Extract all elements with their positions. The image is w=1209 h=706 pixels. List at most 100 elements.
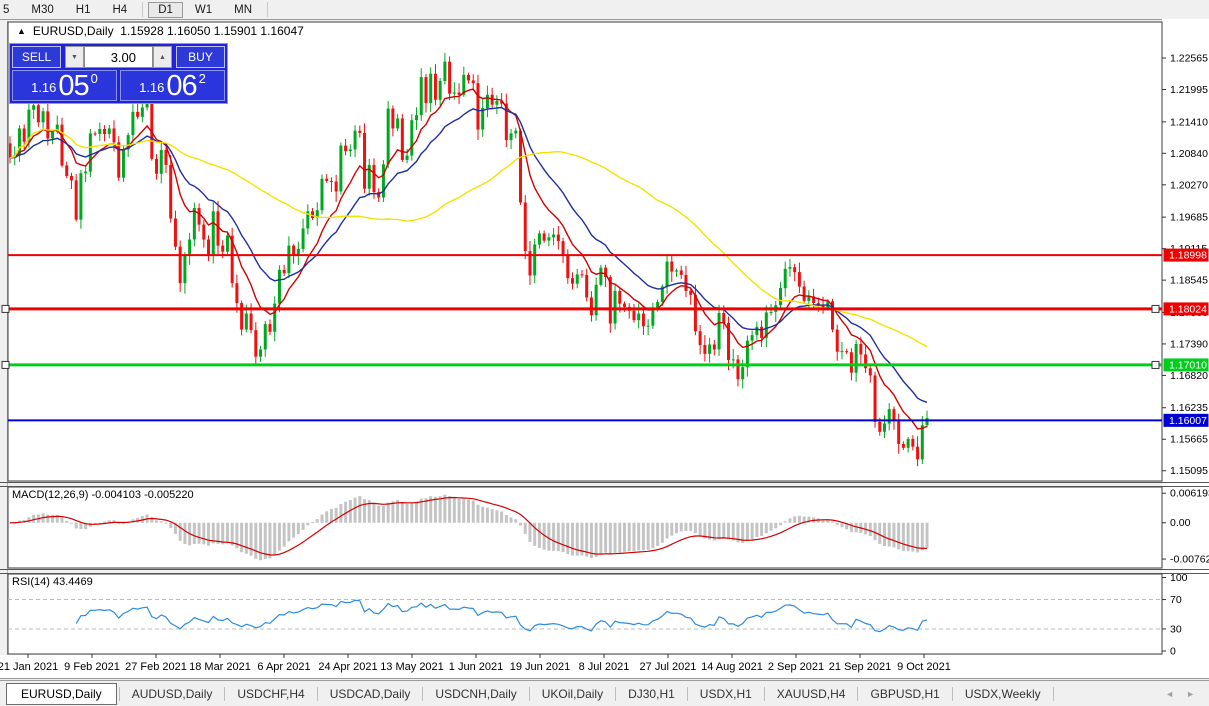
rsi-name: RSI(14)	[12, 576, 50, 588]
tab-scroll-left-button[interactable]: ◄	[1159, 689, 1180, 699]
buy-price-base: 1.16	[139, 80, 164, 95]
sell-price-sup: 0	[91, 71, 98, 86]
symbol-tab-ukoil[interactable]: UKOil,Daily	[532, 684, 613, 704]
symbol-tab-xauusd[interactable]: XAUUSD,H4	[767, 684, 856, 704]
rsi-axis-label: 70	[1170, 594, 1182, 606]
symbol-tab-usdcnh[interactable]: USDCNH,Daily	[425, 684, 526, 704]
symbol-tab-gbpusd[interactable]: GBPUSD,H1	[860, 684, 949, 704]
price-axis-label: 1.21410	[1170, 116, 1208, 128]
date-axis-label: 8 Jul 2021	[579, 661, 630, 673]
price-axis-label: 1.16820	[1170, 370, 1208, 382]
date-axis-label: 21 Jan 2021	[0, 661, 58, 673]
macd-name: MACD(12,26,9)	[12, 489, 88, 501]
buy-price-sup: 2	[199, 71, 206, 86]
price-axis-label: 1.19685	[1170, 212, 1208, 224]
timeframe-button-mn[interactable]: MN	[224, 2, 262, 18]
volume-down-button[interactable]: ▼	[65, 46, 84, 68]
price-axis-label: 1.18545	[1170, 275, 1208, 287]
symbol-tab-usdx[interactable]: USDX,H1	[690, 684, 762, 704]
buy-price-big: 06	[166, 74, 196, 99]
date-axis-label: 6 Apr 2021	[257, 661, 310, 673]
date-axis-label: 14 Aug 2021	[701, 661, 763, 673]
tab-separator	[317, 687, 318, 701]
rsi-axis-label: 100	[1170, 572, 1188, 584]
symbol-tab-usdcad[interactable]: USDCAD,Daily	[320, 684, 421, 704]
date-axis-label: 9 Feb 2021	[64, 661, 120, 673]
timeframe-button-m30[interactable]: M30	[21, 2, 63, 18]
rsi-axis-label: 30	[1170, 623, 1182, 635]
price-axis-label: 1.15095	[1170, 465, 1208, 477]
macd-label: MACD(12,26,9) -0.004103 -0.005220	[12, 489, 194, 501]
tab-separator	[529, 687, 530, 701]
one-click-trading-panel: SELL ▼ ▲ BUY 1.16 05 0 1.16 06 2	[9, 43, 228, 104]
line-handle[interactable]	[1152, 361, 1159, 368]
symbol-tab-usdchf[interactable]: USDCHF,H4	[227, 684, 314, 704]
symbol-tab-usdx[interactable]: USDX,Weekly	[955, 684, 1051, 704]
macd-axis-label: -0.007625	[1170, 554, 1209, 566]
timeframe-button-d1[interactable]: D1	[148, 2, 183, 18]
date-axis-label: 9 Oct 2021	[897, 661, 951, 673]
timeframe-button-h1[interactable]: H1	[66, 2, 101, 18]
symbol-tab-bar: EURUSD,DailyAUDUSD,DailyUSDCHF,H4 USDCAD,…	[0, 680, 1209, 706]
line-handle[interactable]	[1152, 305, 1159, 312]
line-handle[interactable]	[2, 305, 9, 312]
tab-separator	[422, 687, 423, 701]
date-axis-label: 1 Jun 2021	[449, 661, 503, 673]
sell-price-display[interactable]: 1.16 05 0	[12, 70, 117, 101]
tab-separator	[764, 687, 765, 701]
tab-separator	[615, 687, 616, 701]
buy-price-display[interactable]: 1.16 06 2	[120, 70, 225, 101]
date-axis-label: 18 Mar 2021	[189, 661, 251, 673]
price-tag-label: 1.16007	[1169, 415, 1207, 427]
tab-separator	[224, 687, 225, 701]
timeframe-button-w1[interactable]: W1	[185, 2, 222, 18]
macd-axis-label: 0.006193	[1170, 488, 1209, 500]
rsi-value: 43.4469	[53, 576, 93, 588]
date-axis-label: 27 Feb 2021	[125, 661, 187, 673]
price-axis-label: 1.15665	[1170, 434, 1208, 446]
volume-input[interactable]	[84, 46, 153, 68]
timeframe-button-5[interactable]: 5	[0, 2, 19, 18]
date-axis-label: 24 Apr 2021	[318, 661, 377, 673]
symbol-tab-eurusd[interactable]: EURUSD,Daily	[6, 683, 117, 705]
tab-scroll-right-button[interactable]: ►	[1180, 689, 1201, 699]
macd-axis-label: 0.00	[1170, 517, 1191, 529]
tab-separator	[119, 687, 120, 701]
mt4-terminal: { "toolbar": { "timeframe_groups": [["5"…	[0, 0, 1209, 706]
price-tag-label: 1.18024	[1169, 303, 1207, 315]
chart-title: ▲EURUSD,Daily 1.15928 1.16050 1.15901 1.…	[17, 24, 304, 38]
price-axis-label: 1.16235	[1170, 402, 1208, 414]
price-axis-label: 1.20270	[1170, 179, 1208, 191]
price-axis-label: 1.22565	[1170, 53, 1208, 65]
tab-separator	[952, 687, 953, 701]
price-tag-label: 1.18998	[1169, 250, 1207, 262]
timeframe-toolbar: 5M30H1H4 D1W1MN	[0, 0, 1209, 20]
down-arrow-icon: ▼	[71, 54, 78, 61]
sell-button[interactable]: SELL	[12, 46, 61, 68]
rsi-axis-label: 0	[1170, 646, 1176, 658]
date-axis-label: 2 Sep 2021	[768, 661, 824, 673]
timeframe-button-h4[interactable]: H4	[102, 2, 137, 18]
price-chart[interactable]: 1.225651.219951.214101.208401.202701.196…	[0, 19, 1209, 680]
toolbar-separator	[142, 2, 143, 17]
tab-separator	[687, 687, 688, 701]
sell-price-big: 05	[58, 74, 88, 99]
toolbar-separator	[267, 2, 268, 17]
chart-title-symbol: EURUSD,Daily	[33, 24, 114, 38]
date-axis-label: 19 Jun 2021	[510, 661, 571, 673]
symbol-tab-audusd[interactable]: AUDUSD,Daily	[122, 684, 223, 704]
tab-separator	[857, 687, 858, 701]
date-axis-label: 21 Sep 2021	[829, 661, 891, 673]
date-axis-label: 27 Jul 2021	[640, 661, 697, 673]
price-tag-label: 1.17010	[1169, 359, 1207, 371]
volume-up-button[interactable]: ▲	[153, 46, 172, 68]
price-axis-label: 1.21995	[1170, 84, 1208, 96]
symbol-tab-dj30[interactable]: DJ30,H1	[618, 684, 685, 704]
collapse-arrow-icon[interactable]: ▲	[17, 26, 26, 36]
line-handle[interactable]	[2, 361, 9, 368]
buy-button[interactable]: BUY	[176, 46, 225, 68]
rsi-label: RSI(14) 43.4469	[12, 576, 93, 588]
macd-values: -0.004103 -0.005220	[91, 489, 193, 501]
date-axis-label: 13 May 2021	[380, 661, 444, 673]
tab-separator	[1053, 687, 1054, 701]
